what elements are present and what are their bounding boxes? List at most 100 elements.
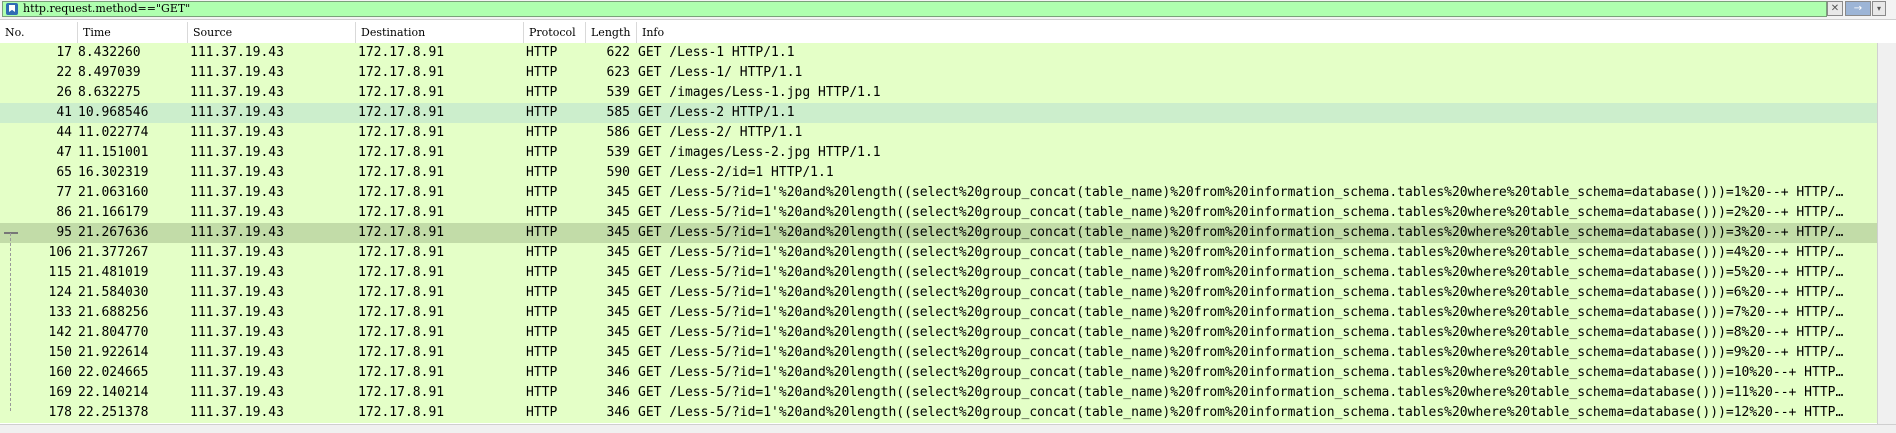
column-header-protocol[interactable]: Protocol xyxy=(524,22,586,43)
cell-source: 111.37.19.43 xyxy=(190,125,284,140)
cell-destination: 172.17.8.91 xyxy=(358,405,445,420)
cell-time: 21.584030 xyxy=(78,285,149,300)
table-row[interactable]: 106 21.377267 111.37.19.43 172.17.8.91 HTTP 3… xyxy=(0,243,1877,263)
packet-list-header: No. Time Source Destination Protocol Len… xyxy=(0,22,1896,44)
cell-length: 345 xyxy=(606,325,630,340)
cell-info: GET /Less-5/?id=1'%20and%20length((selec… xyxy=(638,245,1844,260)
table-row[interactable]: 150 21.922614 111.37.19.43 172.17.8.91 HTTP 3… xyxy=(0,343,1877,363)
column-header-length[interactable]: Length xyxy=(586,22,637,43)
cell-destination: 172.17.8.91 xyxy=(358,165,445,180)
cell-protocol: HTTP xyxy=(526,305,558,320)
cell-no: 86 xyxy=(56,205,72,220)
cell-source: 111.37.19.43 xyxy=(190,105,284,120)
cell-protocol: HTTP xyxy=(526,265,558,280)
cell-info: GET /Less-5/?id=1'%20and%20length((selec… xyxy=(638,185,1844,200)
cell-source: 111.37.19.43 xyxy=(190,405,284,420)
cell-info: GET /Less-2 HTTP/1.1 xyxy=(638,105,795,120)
display-filter-field[interactable]: http.request.method=="GET" xyxy=(2,1,1827,17)
cell-time: 22.251378 xyxy=(78,405,149,420)
cell-info: GET /Less-1 HTTP/1.1 xyxy=(638,45,795,60)
cell-length: 345 xyxy=(606,345,630,360)
table-row[interactable]: 41 10.968546 111.37.19.43 172.17.8.91 HTTP 58… xyxy=(0,103,1877,123)
cell-destination: 172.17.8.91 xyxy=(358,85,445,100)
column-header-no[interactable]: No. xyxy=(0,22,78,43)
column-header-info[interactable]: Info xyxy=(637,22,1877,43)
table-row[interactable]: 169 22.140214 111.37.19.43 172.17.8.91 HTTP 3… xyxy=(0,383,1877,403)
cell-length: 345 xyxy=(606,225,630,240)
cell-protocol: HTTP xyxy=(526,185,558,200)
table-row[interactable]: 17 8.432260 111.37.19.43 172.17.8.91 HTTP 622… xyxy=(0,43,1877,63)
cell-source: 111.37.19.43 xyxy=(190,265,284,280)
column-header-destination[interactable]: Destination xyxy=(356,22,524,43)
cell-protocol: HTTP xyxy=(526,205,558,220)
cell-no: 47 xyxy=(56,145,72,160)
cell-info: GET /Less-5/?id=1'%20and%20length((selec… xyxy=(638,265,1844,280)
cell-info: GET /Less-5/?id=1'%20and%20length((selec… xyxy=(638,325,1844,340)
cell-time: 10.968546 xyxy=(78,105,149,120)
cell-time: 11.151001 xyxy=(78,145,149,160)
filter-history-dropdown[interactable]: ▾ xyxy=(1872,1,1886,16)
vertical-scrollbar[interactable] xyxy=(1877,43,1896,424)
table-row[interactable]: 86 21.166179 111.37.19.43 172.17.8.91 HTTP 34… xyxy=(0,203,1877,223)
cell-time: 21.481019 xyxy=(78,265,149,280)
cell-length: 345 xyxy=(606,265,630,280)
cell-destination: 172.17.8.91 xyxy=(358,205,445,220)
cell-no: 22 xyxy=(56,65,72,80)
cell-protocol: HTTP xyxy=(526,105,558,120)
cell-length: 539 xyxy=(606,85,630,100)
cell-protocol: HTTP xyxy=(526,385,558,400)
cell-length: 345 xyxy=(606,245,630,260)
cell-destination: 172.17.8.91 xyxy=(358,365,445,380)
cell-time: 21.804770 xyxy=(78,325,149,340)
cell-length: 346 xyxy=(606,405,630,420)
cell-length: 345 xyxy=(606,185,630,200)
cell-time: 21.922614 xyxy=(78,345,149,360)
cell-source: 111.37.19.43 xyxy=(190,145,284,160)
cell-length: 345 xyxy=(606,205,630,220)
cell-source: 111.37.19.43 xyxy=(190,45,284,60)
cell-source: 111.37.19.43 xyxy=(190,285,284,300)
table-row[interactable]: 124 21.584030 111.37.19.43 172.17.8.91 HTTP 3… xyxy=(0,283,1877,303)
cell-time: 21.377267 xyxy=(78,245,149,260)
cell-source: 111.37.19.43 xyxy=(190,225,284,240)
display-filter-input[interactable]: http.request.method=="GET" xyxy=(23,2,190,16)
cell-protocol: HTTP xyxy=(526,405,558,420)
clear-filter-button[interactable]: ✕ xyxy=(1827,1,1843,16)
cell-protocol: HTTP xyxy=(526,285,558,300)
column-header-time[interactable]: Time xyxy=(78,22,188,43)
apply-filter-button[interactable]: → xyxy=(1845,1,1871,16)
cell-time: 11.022774 xyxy=(78,125,149,140)
table-row[interactable]: 178 22.251378 111.37.19.43 172.17.8.91 HTTP 3… xyxy=(0,403,1877,423)
table-row[interactable]: 95 21.267636 111.37.19.43 172.17.8.91 HTTP 34… xyxy=(0,223,1877,243)
cell-destination: 172.17.8.91 xyxy=(358,305,445,320)
table-row[interactable]: 26 8.632275 111.37.19.43 172.17.8.91 HTTP 539… xyxy=(0,83,1877,103)
related-packet-line xyxy=(10,233,11,411)
cell-protocol: HTTP xyxy=(526,225,558,240)
cell-no: 77 xyxy=(56,185,72,200)
table-row[interactable]: 115 21.481019 111.37.19.43 172.17.8.91 HTTP 3… xyxy=(0,263,1877,283)
table-row[interactable]: 160 22.024665 111.37.19.43 172.17.8.91 HTTP 3… xyxy=(0,363,1877,383)
cell-destination: 172.17.8.91 xyxy=(358,385,445,400)
table-row[interactable]: 47 11.151001 111.37.19.43 172.17.8.91 HTTP 53… xyxy=(0,143,1877,163)
cell-source: 111.37.19.43 xyxy=(190,245,284,260)
packet-list[interactable]: 17 8.432260 111.37.19.43 172.17.8.91 HTTP 622… xyxy=(0,43,1877,424)
cell-length: 590 xyxy=(606,165,630,180)
cell-protocol: HTTP xyxy=(526,45,558,60)
table-row[interactable]: 44 11.022774 111.37.19.43 172.17.8.91 HTTP 58… xyxy=(0,123,1877,143)
cell-destination: 172.17.8.91 xyxy=(358,345,445,360)
cell-length: 539 xyxy=(606,145,630,160)
cell-length: 346 xyxy=(606,365,630,380)
table-row[interactable]: 77 21.063160 111.37.19.43 172.17.8.91 HTTP 34… xyxy=(0,183,1877,203)
column-header-source[interactable]: Source xyxy=(188,22,356,43)
bookmark-icon[interactable] xyxy=(6,3,18,15)
table-row[interactable]: 142 21.804770 111.37.19.43 172.17.8.91 HTTP 3… xyxy=(0,323,1877,343)
cell-no: 65 xyxy=(56,165,72,180)
cell-no: 26 xyxy=(56,85,72,100)
cell-destination: 172.17.8.91 xyxy=(358,225,445,240)
table-row[interactable]: 65 16.302319 111.37.19.43 172.17.8.91 HTTP 59… xyxy=(0,163,1877,183)
cell-destination: 172.17.8.91 xyxy=(358,285,445,300)
table-row[interactable]: 133 21.688256 111.37.19.43 172.17.8.91 HTTP 3… xyxy=(0,303,1877,323)
cell-source: 111.37.19.43 xyxy=(190,85,284,100)
cell-protocol: HTTP xyxy=(526,65,558,80)
table-row[interactable]: 22 8.497039 111.37.19.43 172.17.8.91 HTTP 623… xyxy=(0,63,1877,83)
